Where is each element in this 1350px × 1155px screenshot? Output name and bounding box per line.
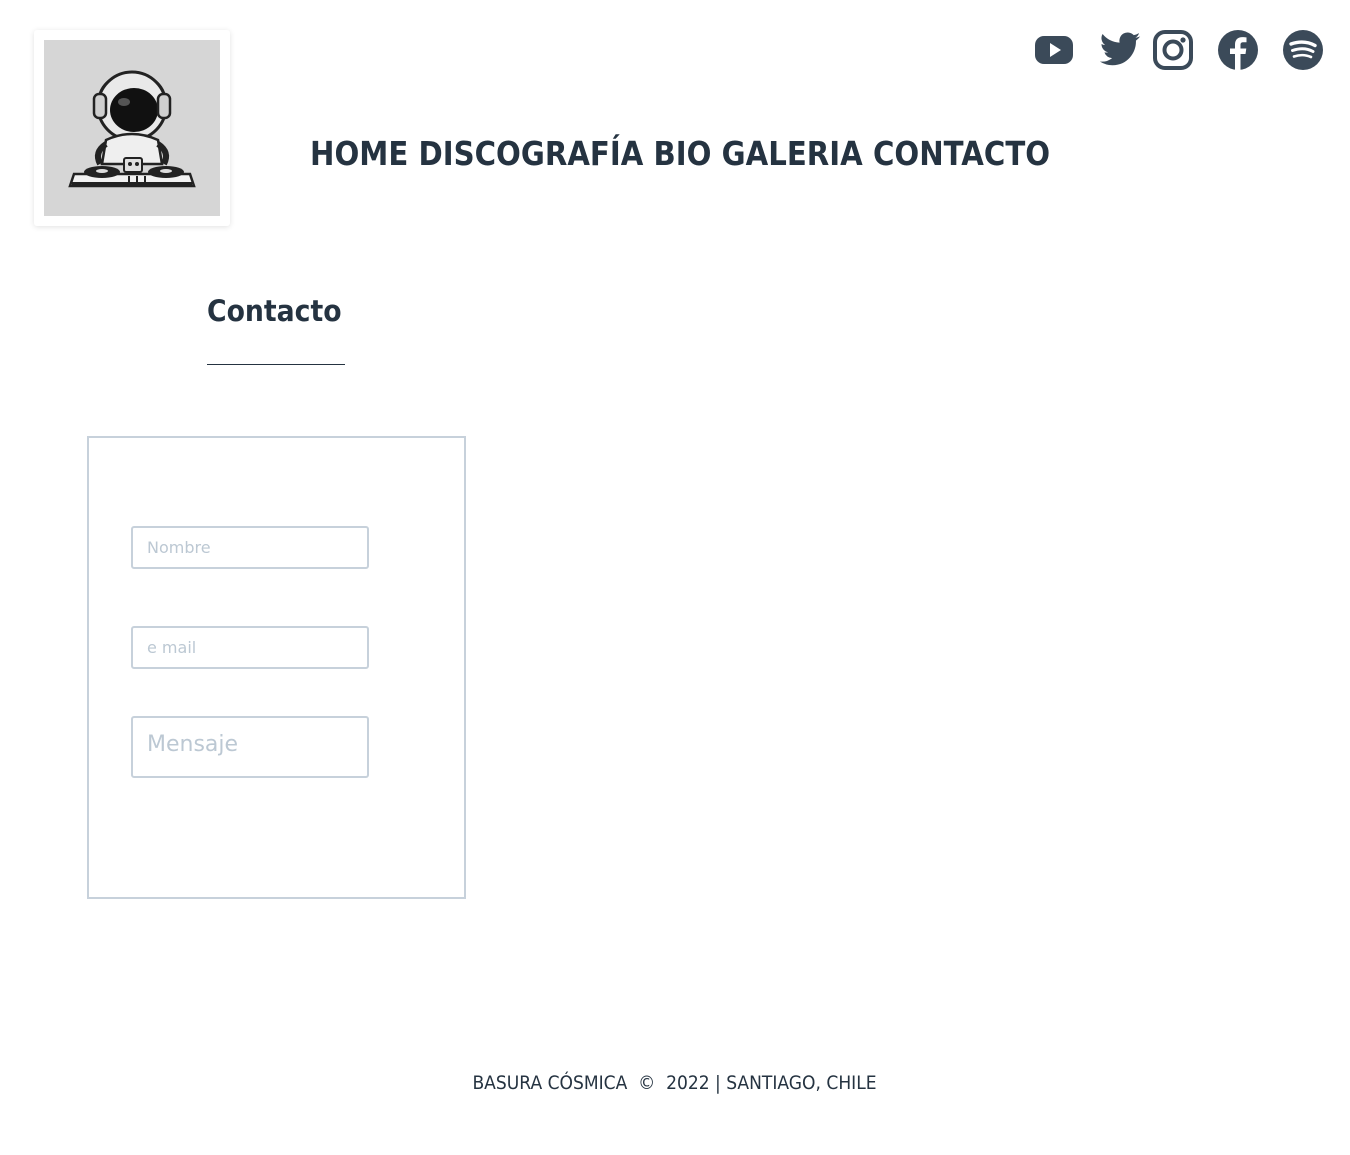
nav-bio[interactable]: BIO	[654, 134, 712, 173]
youtube-icon[interactable]	[1032, 28, 1076, 72]
page: HOME DISCOGRAFÍA BIO GALERIA CONTACTO Co…	[0, 0, 1350, 1155]
contact-form	[87, 436, 466, 899]
facebook-icon[interactable]	[1216, 28, 1260, 72]
main-nav: HOME DISCOGRAFÍA BIO GALERIA CONTACTO	[310, 134, 1050, 173]
page-title: Contacto	[207, 294, 342, 328]
instagram-icon[interactable]	[1151, 28, 1195, 72]
nav-galeria[interactable]: GALERIA	[722, 134, 863, 173]
nav-contacto[interactable]: CONTACTO	[873, 134, 1050, 173]
social-links	[1030, 28, 1330, 74]
footer: BASURA CÓSMICA © 2022 | SANTIAGO, CHILE	[0, 1072, 1350, 1094]
title-underline	[207, 364, 345, 365]
name-field[interactable]	[131, 526, 369, 569]
nav-home[interactable]: HOME	[310, 134, 408, 173]
astronaut-dj-icon[interactable]	[44, 40, 220, 216]
email-field[interactable]	[131, 626, 369, 669]
message-field[interactable]	[131, 716, 369, 778]
footer-text: BASURA CÓSMICA © 2022 | SANTIAGO, CHILE	[472, 1072, 878, 1094]
spotify-icon[interactable]	[1281, 28, 1325, 72]
logo-card[interactable]	[34, 30, 230, 226]
twitter-icon[interactable]	[1098, 28, 1142, 72]
nav-discografia[interactable]: DISCOGRAFÍA	[418, 134, 643, 173]
